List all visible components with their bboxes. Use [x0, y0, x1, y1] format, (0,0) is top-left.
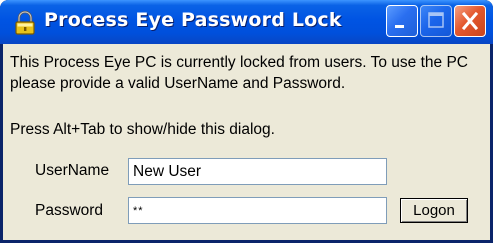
maximize-icon	[428, 12, 444, 28]
window-title: Process Eye Password Lock	[44, 9, 342, 31]
lock-message: This Process Eye PC is currently locked …	[10, 54, 468, 92]
password-label: Password	[35, 202, 104, 219]
close-button[interactable]	[454, 5, 486, 37]
username-label: UserName	[35, 162, 110, 179]
password-lock-window: Process Eye Password Lock This Process E…	[0, 0, 493, 243]
close-icon	[461, 11, 479, 31]
logon-button[interactable]: Logon	[400, 198, 468, 223]
title-bar[interactable]: Process Eye Password Lock	[0, 0, 493, 44]
password-field[interactable]	[128, 197, 387, 224]
minimize-button[interactable]	[386, 5, 418, 37]
padlock-icon	[15, 10, 35, 35]
username-field[interactable]	[128, 158, 387, 185]
dialog-body: This Process Eye PC is currently locked …	[3, 44, 490, 240]
maximize-button[interactable]	[420, 5, 452, 37]
minimize-icon	[395, 25, 404, 28]
alt-tab-hint: Press Alt+Tab to show/hide this dialog.	[10, 121, 275, 138]
